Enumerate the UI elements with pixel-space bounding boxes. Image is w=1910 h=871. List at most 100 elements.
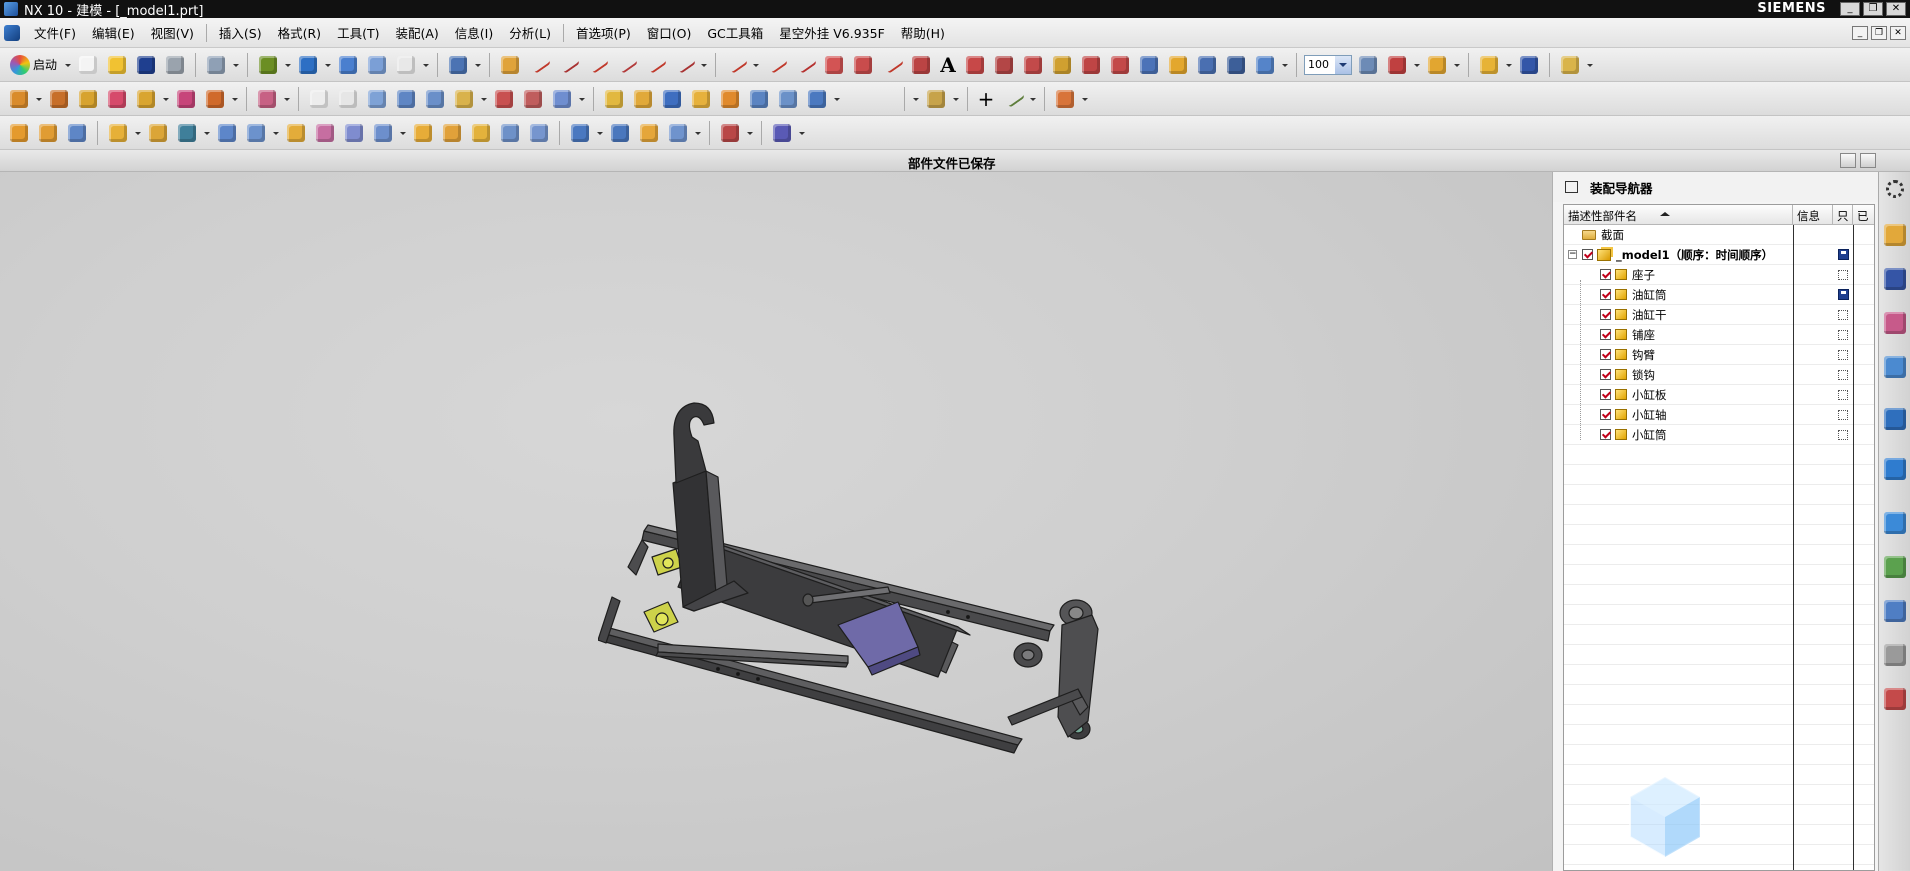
fillet-curve-icon[interactable]	[584, 52, 610, 78]
visibility-checkbox[interactable]	[1600, 409, 1611, 420]
menu-file[interactable]: 文件(F)	[26, 23, 84, 42]
offset-curve-icon[interactable]	[642, 52, 668, 78]
web-browser-icon[interactable]	[1884, 458, 1906, 480]
menu-analysis[interactable]: 分析(L)	[501, 23, 559, 42]
surface-dropdown-arrow[interactable]	[480, 86, 488, 112]
tree-row-section[interactable]: 截面	[1564, 224, 1874, 245]
helix-icon[interactable]	[908, 52, 934, 78]
edit-dropdown-arrow[interactable]	[694, 120, 702, 146]
visibility-checkbox[interactable]	[1600, 309, 1611, 320]
process-studio-icon[interactable]	[1884, 556, 1906, 578]
make-symmetric-icon[interactable]	[370, 120, 396, 146]
minimize-document-button[interactable]: _	[1852, 26, 1868, 40]
history-icon[interactable]	[1884, 512, 1906, 534]
feature-dropdown-arrow[interactable]	[324, 52, 332, 78]
section-curve-icon[interactable]	[962, 52, 988, 78]
column-information[interactable]: 信息	[1793, 205, 1833, 224]
chamfer-icon[interactable]	[520, 86, 546, 112]
trim-body-icon[interactable]	[254, 86, 280, 112]
view-dropdown-arrow[interactable]	[422, 52, 430, 78]
delete-body-icon[interactable]	[1052, 86, 1078, 112]
curve-on-surface-icon[interactable]	[1136, 52, 1162, 78]
close-document-button[interactable]: ✕	[1890, 26, 1906, 40]
line-icon[interactable]	[723, 52, 749, 78]
full-screen-icon[interactable]	[1840, 153, 1856, 168]
visibility-checkbox[interactable]	[1582, 249, 1593, 260]
design-sync-dropdown-arrow[interactable]	[596, 120, 604, 146]
shell-body-icon[interactable]	[497, 120, 523, 146]
visibility-checkbox[interactable]	[1600, 349, 1611, 360]
linear-dimension-icon[interactable]	[410, 120, 436, 146]
undo-dropdown-arrow[interactable]	[232, 52, 240, 78]
tree-row-part[interactable]: 锁钩	[1564, 364, 1874, 385]
tree-row-part[interactable]: 油缸筒	[1564, 284, 1874, 305]
system-scene-icon[interactable]	[1884, 688, 1906, 710]
menu-edit[interactable]: 编辑(E)	[84, 23, 143, 42]
menu-gc-toolkit[interactable]: GC工具箱	[699, 23, 771, 42]
column-read-only[interactable]: 只	[1833, 205, 1853, 224]
gear-icon[interactable]	[1886, 180, 1904, 198]
curve-more-dropdown-arrow[interactable]	[1281, 52, 1289, 78]
minimize-window-button[interactable]: _	[1840, 2, 1860, 16]
document-menu-icon[interactable]	[4, 24, 20, 41]
copy-face-icon[interactable]	[214, 120, 240, 146]
panel-toggle-icon[interactable]	[1565, 181, 1578, 193]
start-dropdown-arrow[interactable]	[64, 52, 72, 78]
draft-icon[interactable]	[549, 86, 575, 112]
tree-row-part[interactable]: 铺座	[1564, 324, 1874, 345]
text-icon[interactable]: A	[937, 53, 959, 77]
print-icon[interactable]	[162, 52, 188, 78]
assembly-navigator-icon[interactable]	[1884, 268, 1906, 290]
resize-blend-icon[interactable]	[145, 120, 171, 146]
menu-window[interactable]: 窗口(O)	[639, 23, 700, 42]
hd3d-tools-icon[interactable]	[1884, 408, 1906, 430]
part-navigator-icon[interactable]	[1884, 224, 1906, 246]
vector-dropdown-arrow[interactable]	[1029, 86, 1037, 112]
rectangle-icon[interactable]	[850, 52, 876, 78]
patch-icon[interactable]	[717, 86, 743, 112]
assembly-tree[interactable]: 描述性部件名 信息 只 已 截面 − _model1（顺序：时间顺序） 座子 油…	[1563, 204, 1875, 871]
detail-feature-dropdown-arrow[interactable]	[578, 86, 586, 112]
close-window-button[interactable]: ✕	[1886, 2, 1906, 16]
shell-face-icon[interactable]	[526, 120, 552, 146]
extrude-icon[interactable]	[6, 86, 32, 112]
thicken-icon[interactable]	[630, 86, 656, 112]
offset-region-icon[interactable]	[64, 120, 90, 146]
move-dropdown-arrow[interactable]	[798, 120, 806, 146]
delete-face-dropdown-arrow[interactable]	[203, 120, 211, 146]
relate-dropdown-arrow[interactable]	[399, 120, 407, 146]
menu-help[interactable]: 帮助(H)	[893, 23, 953, 42]
assembly-constraint-icon[interactable]	[1516, 52, 1542, 78]
move-face-sync-icon[interactable]	[6, 120, 32, 146]
extrude-dropdown-arrow[interactable]	[35, 86, 43, 112]
restore-window-button[interactable]: ❐	[1863, 2, 1883, 16]
tree-row-root-assembly[interactable]: − _model1（顺序：时间顺序）	[1564, 244, 1874, 265]
move-object-icon[interactable]	[769, 120, 795, 146]
composite-curve-icon[interactable]	[1165, 52, 1191, 78]
orient-view-icon[interactable]	[445, 52, 471, 78]
shaded-view-icon[interactable]	[335, 52, 361, 78]
status-toggle-icon[interactable]	[1860, 153, 1876, 168]
cut-face-icon[interactable]	[243, 120, 269, 146]
expression-icon[interactable]	[923, 86, 949, 112]
through-curves-icon[interactable]	[393, 86, 419, 112]
block-icon[interactable]	[295, 52, 321, 78]
orient-dropdown-arrow[interactable]	[474, 52, 482, 78]
offset-face-icon[interactable]	[688, 86, 714, 112]
graphics-window[interactable]	[0, 172, 1552, 871]
isoparametric-curve-icon[interactable]	[1194, 52, 1220, 78]
save-icon[interactable]	[133, 52, 159, 78]
visibility-checkbox[interactable]	[1600, 289, 1611, 300]
datum-csys-icon[interactable]	[255, 52, 281, 78]
menu-format[interactable]: 格式(R)	[270, 23, 329, 42]
measure-distance-icon[interactable]	[1424, 52, 1450, 78]
move-face-icon[interactable]	[775, 86, 801, 112]
sew-icon[interactable]	[659, 86, 685, 112]
constraint-navigator-icon[interactable]	[1884, 312, 1906, 334]
tree-row-part[interactable]: 座子	[1564, 264, 1874, 285]
expression-dropdown-arrow[interactable]	[952, 86, 960, 112]
column-descriptive-part-name[interactable]: 描述性部件名	[1564, 205, 1793, 224]
wireframe-view-icon[interactable]	[364, 52, 390, 78]
trim-curve-icon[interactable]	[526, 52, 552, 78]
pocket-icon[interactable]	[133, 86, 159, 112]
